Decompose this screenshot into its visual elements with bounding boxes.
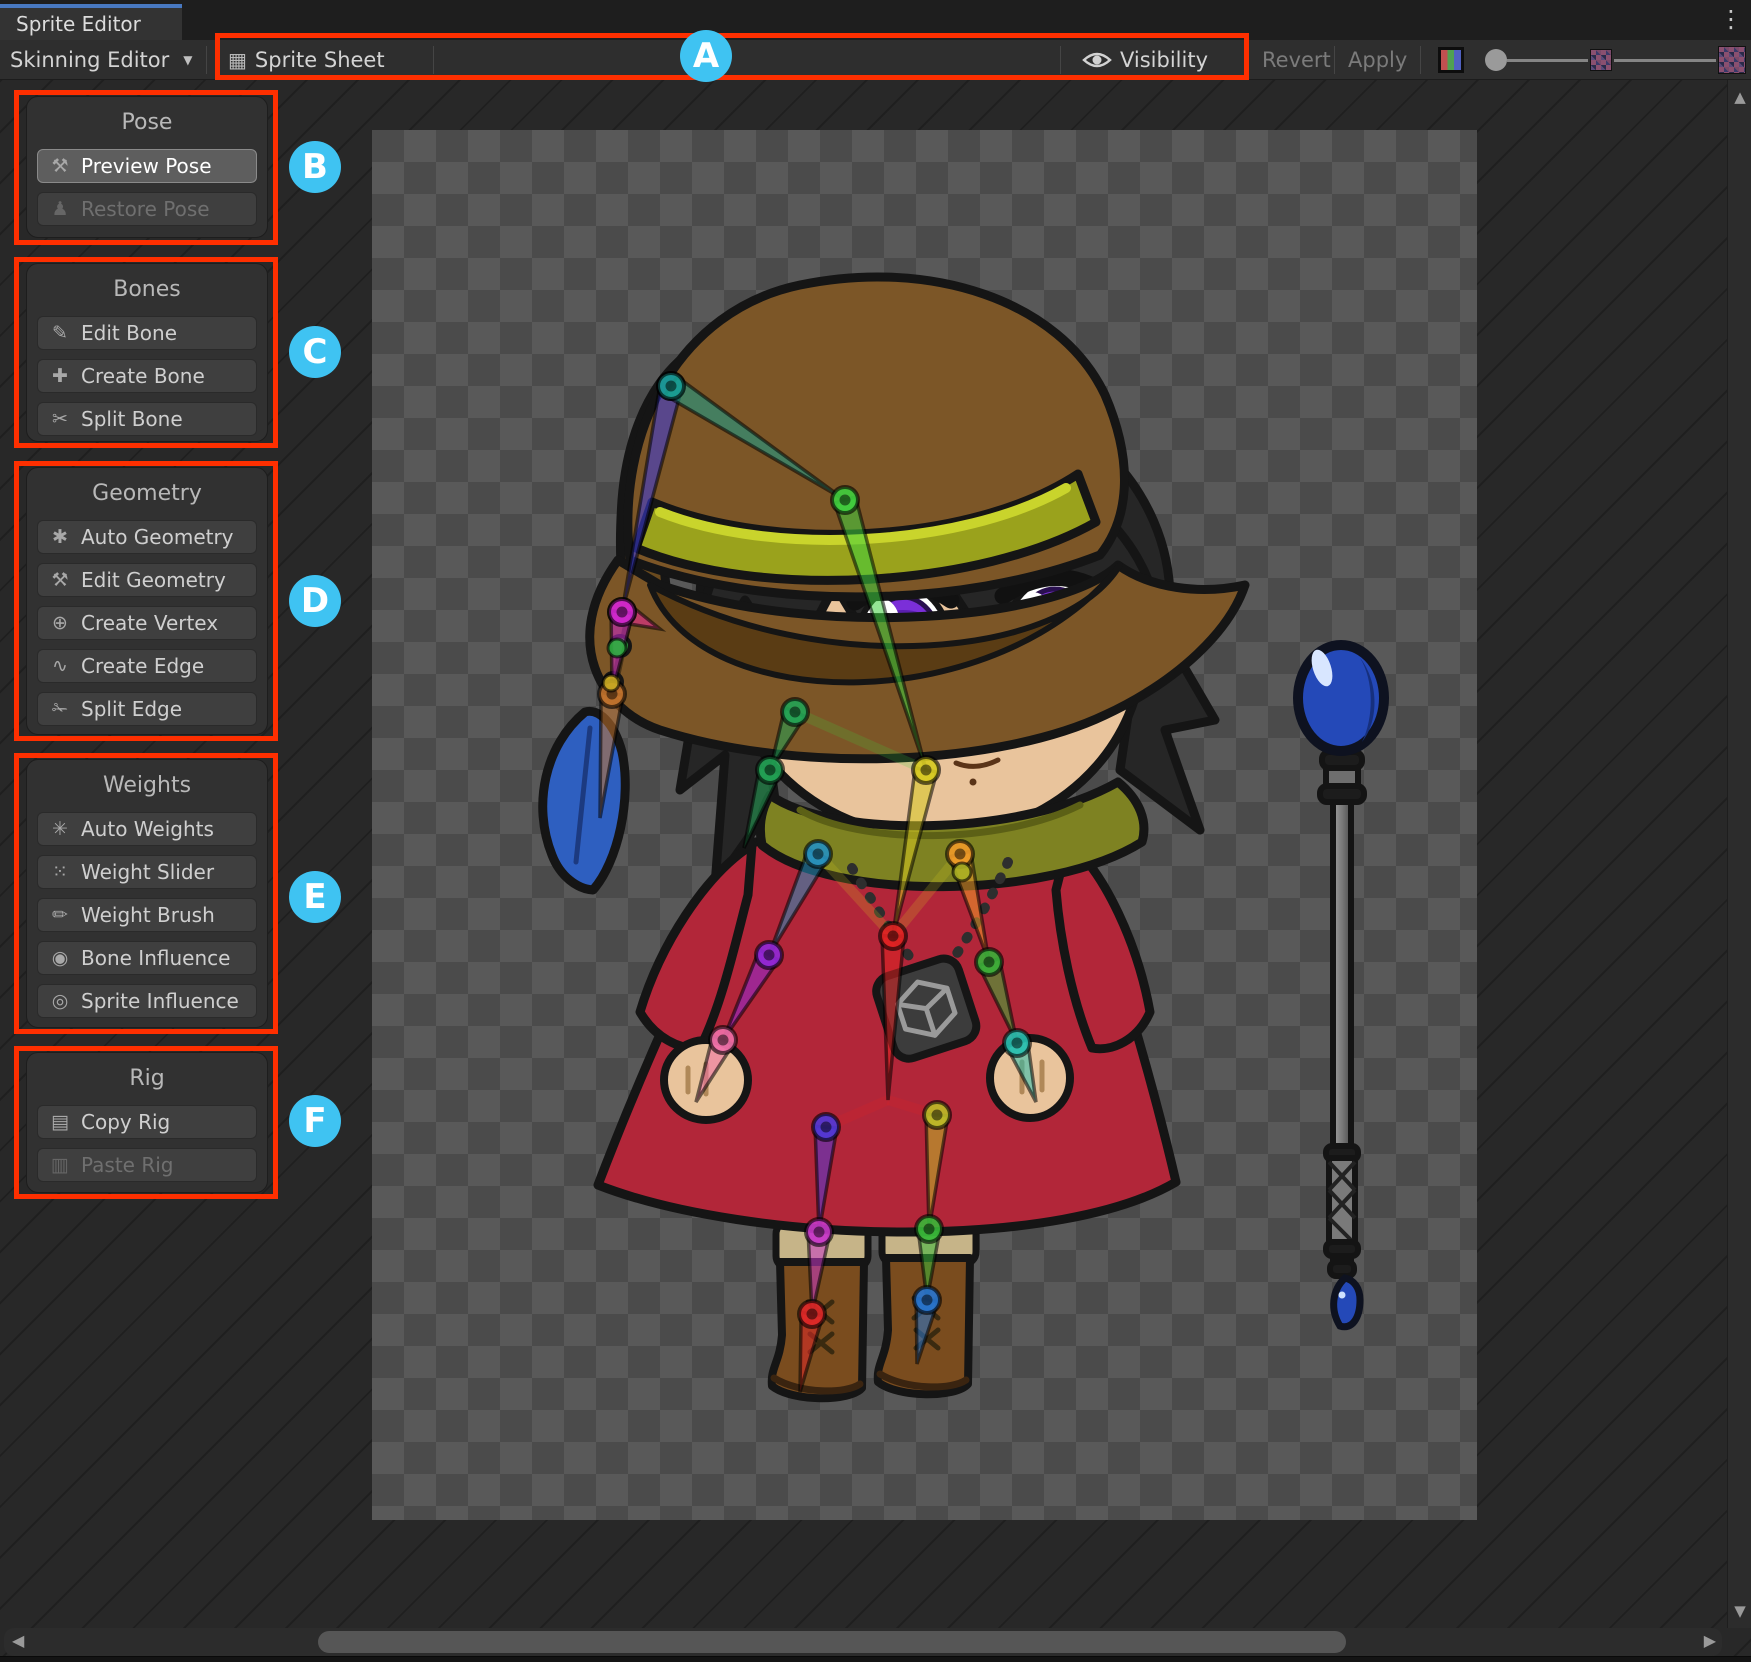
mode-dropdown[interactable]: Skinning Editor ▼: [10, 40, 192, 80]
alpha-slider-knob[interactable]: [1485, 49, 1507, 71]
paste-rig-icon: ▥: [48, 1154, 72, 1176]
copy-rig-button[interactable]: ▤ Copy Rig: [37, 1105, 257, 1139]
panel-title: Bones: [37, 274, 257, 304]
eye-icon: [1082, 50, 1112, 70]
weight-slider-button[interactable]: ⁙ Weight Slider: [37, 855, 257, 889]
bone-influence-button[interactable]: ◉ Bone Influence: [37, 941, 257, 975]
chevron-down-icon: ▼: [183, 53, 192, 67]
tab-title: Sprite Editor: [16, 12, 141, 36]
window-bottom-edge: [0, 1656, 1751, 1662]
button-label: Create Vertex: [81, 611, 218, 635]
vertical-scrollbar[interactable]: ▲ ▼: [1727, 80, 1751, 1628]
auto-weights-button[interactable]: ✳ Auto Weights: [37, 812, 257, 846]
paste-rig-button[interactable]: ▥ Paste Rig: [37, 1148, 257, 1182]
restore-pose-button[interactable]: ♟ Restore Pose: [37, 192, 257, 226]
panel-title: Geometry: [37, 478, 257, 508]
button-label: Create Bone: [81, 364, 205, 388]
texture-preview-icon-large: [1718, 46, 1746, 74]
auto-weights-icon: ✳: [48, 818, 72, 840]
edit-geometry-icon: ⚒: [48, 569, 72, 591]
auto-geometry-button[interactable]: ✱ Auto Geometry: [37, 520, 257, 554]
panel-title: Rig: [37, 1063, 257, 1093]
sprite-sheet-icon: ▦: [228, 48, 247, 72]
horizontal-scrollbar-thumb[interactable]: [318, 1631, 1346, 1653]
split-bone-button[interactable]: ✂ Split Bone: [37, 402, 257, 436]
scroll-left-icon[interactable]: ◀: [12, 1631, 24, 1650]
scroll-right-icon[interactable]: ▶: [1704, 1631, 1716, 1650]
button-label: Auto Geometry: [81, 525, 234, 549]
button-label: Bone Influence: [81, 946, 230, 970]
button-label: Edit Bone: [81, 321, 177, 345]
edit-geometry-button[interactable]: ⚒ Edit Geometry: [37, 563, 257, 597]
sprite-canvas[interactable]: [372, 130, 1477, 1520]
zoom-slider-track[interactable]: [1614, 59, 1716, 62]
sprite-influence-icon: ◎: [48, 990, 72, 1012]
toolbar-separator: [206, 46, 207, 74]
restore-pose-icon: ♟: [48, 198, 72, 220]
panel-pose: Pose ⚒ Preview Pose ♟ Restore Pose: [26, 96, 268, 238]
color-mode-icon[interactable]: [1438, 47, 1464, 73]
bone-influence-icon: ◉: [48, 947, 72, 969]
weight-brush-button[interactable]: ✏ Weight Brush: [37, 898, 257, 932]
button-label: Auto Weights: [81, 817, 214, 841]
button-label: Split Edge: [81, 697, 182, 721]
panel-title: Pose: [37, 107, 257, 137]
edit-bone-button[interactable]: ✎ Edit Bone: [37, 316, 257, 350]
button-label: Sprite Influence: [81, 989, 239, 1013]
toolbar-separator: [1247, 46, 1248, 74]
button-label: Split Bone: [81, 407, 183, 431]
create-edge-button[interactable]: ∿ Create Edge: [37, 649, 257, 683]
toolbar-separator: [1060, 46, 1061, 74]
tab-bar: Sprite Editor ⋮: [0, 0, 1751, 40]
preview-pose-button[interactable]: ⚒ Preview Pose: [37, 149, 257, 183]
button-label: Copy Rig: [81, 1110, 170, 1134]
toolbar-separator: [433, 46, 434, 74]
panel-title: Weights: [37, 770, 257, 800]
tab-sprite-editor[interactable]: Sprite Editor: [0, 4, 182, 40]
sprite-influence-button[interactable]: ◎ Sprite Influence: [37, 984, 257, 1018]
button-label: Paste Rig: [81, 1153, 174, 1177]
weight-brush-icon: ✏: [48, 904, 72, 926]
split-edge-icon: ✁: [48, 698, 72, 720]
toolbar-separator: [1334, 46, 1335, 74]
window-menu-icon[interactable]: ⋮: [1719, 4, 1743, 34]
apply-button[interactable]: Apply: [1348, 40, 1407, 80]
button-label: Edit Geometry: [81, 568, 226, 592]
revert-button[interactable]: Revert: [1262, 40, 1331, 80]
panel-bones: Bones ✎ Edit Bone ✚ Create Bone ✂ Split Bone: [26, 263, 268, 442]
button-label: Weight Slider: [81, 860, 214, 884]
panel-rig: Rig ▤ Copy Rig ▥ Paste Rig: [26, 1052, 268, 1193]
preview-pose-icon: ⚒: [48, 155, 72, 177]
create-bone-button[interactable]: ✚ Create Bone: [37, 359, 257, 393]
create-vertex-button[interactable]: ⊕ Create Vertex: [37, 606, 257, 640]
scroll-down-icon[interactable]: ▼: [1728, 1602, 1751, 1620]
create-vertex-icon: ⊕: [48, 612, 72, 634]
sprite-editor-window: Sprite Editor ⋮ Skinning Editor ▼ ▦ Spri…: [0, 0, 1751, 1662]
sprite-sheet-button[interactable]: ▦ Sprite Sheet: [228, 40, 385, 80]
create-bone-icon: ✚: [48, 365, 72, 387]
weight-slider-icon: ⁙: [48, 861, 72, 883]
edit-bone-icon: ✎: [48, 322, 72, 344]
texture-preview-icon: [1590, 49, 1612, 71]
button-label: Create Edge: [81, 654, 204, 678]
split-edge-button[interactable]: ✁ Split Edge: [37, 692, 257, 726]
scroll-up-icon[interactable]: ▲: [1728, 88, 1751, 106]
create-edge-icon: ∿: [48, 655, 72, 677]
auto-geometry-icon: ✱: [48, 526, 72, 548]
panel-weights: Weights ✳ Auto Weights ⁙ Weight Slider ✏ Weigh…: [26, 759, 268, 1028]
alpha-slider-track[interactable]: [1507, 59, 1588, 62]
button-label: Preview Pose: [81, 154, 212, 178]
horizontal-scrollbar[interactable]: ◀ ▶: [4, 1628, 1722, 1656]
split-bone-icon: ✂: [48, 408, 72, 430]
button-label: Weight Brush: [81, 903, 215, 927]
panel-geometry: Geometry ✱ Auto Geometry ⚒ Edit Geometry ⊕ Cre…: [26, 467, 268, 735]
copy-rig-icon: ▤: [48, 1111, 72, 1133]
toolbar-separator: [1420, 46, 1421, 74]
visibility-button[interactable]: Visibility: [1082, 40, 1208, 80]
button-label: Restore Pose: [81, 197, 210, 221]
